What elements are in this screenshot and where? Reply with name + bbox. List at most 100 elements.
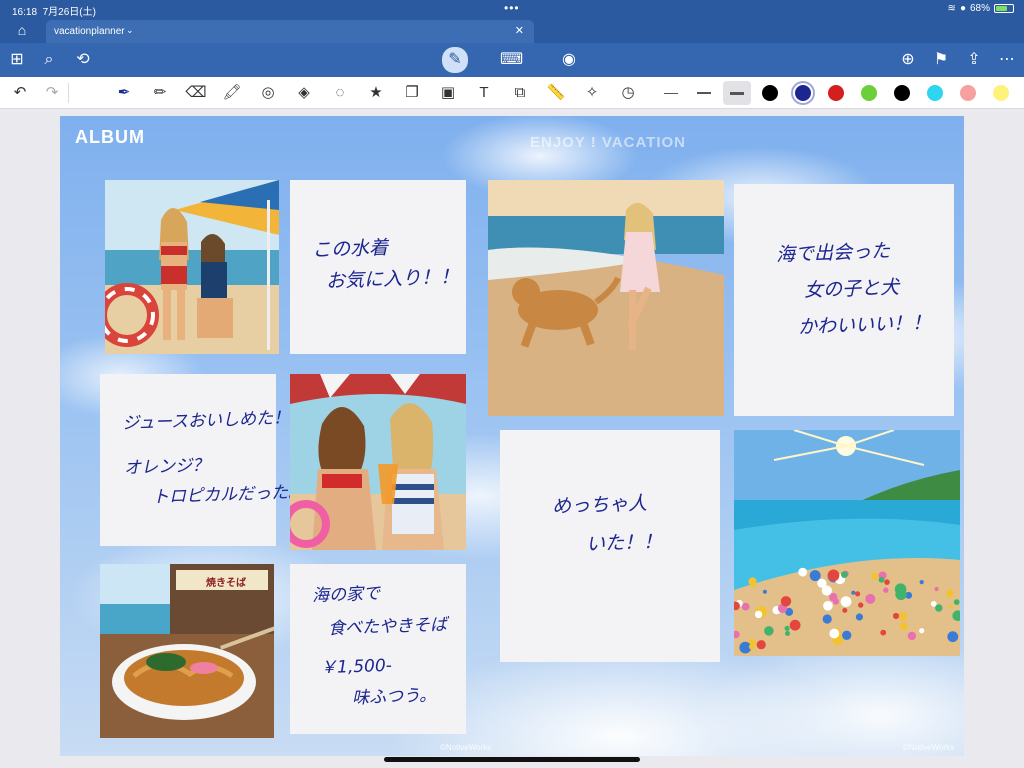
- photo-yakisoba[interactable]: 焼きそば: [100, 564, 274, 738]
- color-swatch-navy-selected[interactable]: [795, 85, 811, 101]
- ruler-tool-icon[interactable]: 📏: [544, 82, 568, 104]
- beach-umbrella: [947, 631, 959, 643]
- beach-umbrella: [780, 596, 792, 607]
- color-swatch-yellow[interactable]: [993, 85, 1009, 101]
- beach-umbrella: [935, 604, 943, 612]
- beach-umbrella: [829, 593, 838, 602]
- stroke-medium[interactable]: [697, 92, 711, 94]
- photo-crowded-beach[interactable]: [734, 430, 960, 656]
- elements-tool-icon[interactable]: ◈: [292, 82, 316, 104]
- search-icon[interactable]: ⌕: [38, 49, 60, 71]
- lasso-tool-icon[interactable]: ◌: [328, 82, 352, 104]
- home-indicator[interactable]: [384, 757, 640, 762]
- grid-icon[interactable]: ⊞: [6, 49, 28, 71]
- beach-umbrella: [899, 622, 908, 631]
- beach-umbrella: [827, 569, 840, 582]
- beach-umbrella: [883, 587, 889, 593]
- note-line: ￥1,500-: [319, 655, 393, 679]
- stroke-thin[interactable]: [664, 93, 678, 94]
- beach-umbrella: [855, 591, 861, 597]
- drawing-tools-bar: ↶ ↷ ✒ ✏ ⌫ 🖍 ◎ ◈ ◌ ★ ❐ ▣ T ⧉ 📏 ✧ ◷: [0, 77, 1024, 109]
- highlighter-tool-icon[interactable]: 🖍: [220, 82, 244, 104]
- note-line: オレンジ？: [123, 455, 210, 479]
- color-swatch-pink[interactable]: [960, 85, 976, 101]
- tab-label: vacationplanner: [54, 26, 125, 37]
- pen-mode-icon[interactable]: ✎: [442, 47, 468, 73]
- chevron-down-icon[interactable]: ⌄: [126, 25, 134, 36]
- note-juice[interactable]: ジュースおいしめた！ オレンジ？ トロピカルだった。: [100, 374, 305, 546]
- pencil-tool-icon[interactable]: ✏: [148, 82, 172, 104]
- scan-image-tool-icon[interactable]: ⧉: [508, 82, 532, 104]
- beach-umbrella: [884, 579, 890, 585]
- color-swatch-green[interactable]: [861, 85, 877, 101]
- voice-icon[interactable]: ◉: [558, 49, 580, 71]
- note-dog-girl[interactable]: 海で出会った 女の子と犬 かわいいい！！: [734, 184, 954, 416]
- note-line: ジュースおいしめた！: [121, 408, 291, 434]
- recent-tool-icon[interactable]: ◷: [616, 82, 640, 104]
- beach-umbrella: [919, 628, 925, 634]
- stroke-thick[interactable]: [730, 92, 744, 95]
- photo-girl-and-dog[interactable]: [488, 180, 724, 416]
- beach-umbrella: [750, 582, 756, 588]
- share-icon[interactable]: ⇪: [963, 49, 985, 71]
- pen-tool-icon[interactable]: ✒: [112, 82, 136, 104]
- beach-umbrella: [953, 599, 960, 605]
- beach-umbrella: [762, 589, 767, 594]
- image-tool-icon[interactable]: ▣: [436, 82, 460, 104]
- beach-crowd: [734, 567, 960, 654]
- beach-umbrella: [754, 610, 763, 619]
- battery-icon: [994, 4, 1014, 13]
- beach-umbrella: [878, 576, 885, 583]
- add-page-icon[interactable]: ⊕: [897, 49, 919, 71]
- color-swatch-red[interactable]: [828, 85, 844, 101]
- photo-tropical-juice[interactable]: [290, 374, 466, 550]
- copy-tool-icon[interactable]: ❐: [400, 82, 424, 104]
- beach-umbrella: [756, 640, 766, 650]
- beach-umbrella: [784, 625, 790, 631]
- undo-icon[interactable]: ↶: [8, 82, 32, 104]
- photo-swimsuit-friends[interactable]: [105, 180, 279, 354]
- note-swimsuit[interactable]: この水着 お気に入り！！: [290, 180, 466, 354]
- redo-icon[interactable]: ↷: [40, 82, 64, 104]
- home-icon[interactable]: ⌂: [12, 22, 32, 40]
- close-icon[interactable]: ✕: [515, 24, 524, 37]
- status-bar: 16:18 7月26日(土) ••• ≋ ● 68%: [0, 0, 1024, 18]
- beach-umbrella: [880, 629, 887, 636]
- keyboard-icon[interactable]: ⌨: [500, 49, 523, 71]
- person-icon: ●: [959, 3, 966, 14]
- beach-umbrella: [734, 630, 740, 639]
- beach-umbrella: [865, 593, 876, 604]
- note-line: かわいいい！！: [797, 311, 932, 339]
- bookmark-icon[interactable]: ⚑: [930, 49, 952, 71]
- wifi-icon: ≋: [947, 3, 956, 14]
- color-swatch-black-2[interactable]: [894, 85, 910, 101]
- note-line: お気に入り！！: [325, 265, 460, 293]
- color-swatch-cyan[interactable]: [927, 85, 943, 101]
- credit-center: ©NotiveWorks: [440, 743, 492, 752]
- document-tab[interactable]: vacationplanner ⌄ ✕: [46, 20, 534, 43]
- beach-umbrella: [895, 588, 907, 600]
- vacation-watermark: ENJOY ! VACATION: [530, 134, 687, 151]
- note-line: 海の家で: [311, 583, 381, 607]
- note-yakisoba[interactable]: 海の家で 食べたやきそば ￥1,500- 味ふつう。: [290, 564, 466, 734]
- multitasking-dots[interactable]: •••: [504, 1, 520, 15]
- note-crowd[interactable]: めっちゃ人 いた！！: [500, 430, 720, 662]
- status-time: 16:18 7月26日(土): [12, 7, 96, 18]
- beach-umbrella: [817, 578, 827, 588]
- shape-tool-icon[interactable]: ◎: [256, 82, 280, 104]
- beach-umbrella: [823, 601, 833, 611]
- beach-umbrella: [764, 626, 774, 636]
- eraser-tool-icon[interactable]: ⌫: [184, 82, 208, 104]
- color-swatch-black[interactable]: [762, 85, 778, 101]
- album-title: ALBUM: [75, 127, 145, 147]
- album-page[interactable]: ALBUM ENJOY ! VACATION この水着 お気に入り！！ 海で出会…: [60, 116, 964, 756]
- beach-umbrella: [851, 590, 856, 595]
- yakisoba-sign: 焼きそば: [206, 578, 246, 589]
- text-tool-icon[interactable]: T: [472, 82, 496, 104]
- beach-umbrella: [749, 643, 755, 650]
- more-icon[interactable]: ⋯: [996, 49, 1018, 71]
- note-line: めっちゃ人: [551, 492, 648, 518]
- lasso-rotate-icon[interactable]: ⟲: [72, 49, 94, 71]
- sticker-tool-icon[interactable]: ★: [364, 82, 388, 104]
- laser-pointer-tool-icon[interactable]: ✧: [580, 82, 604, 104]
